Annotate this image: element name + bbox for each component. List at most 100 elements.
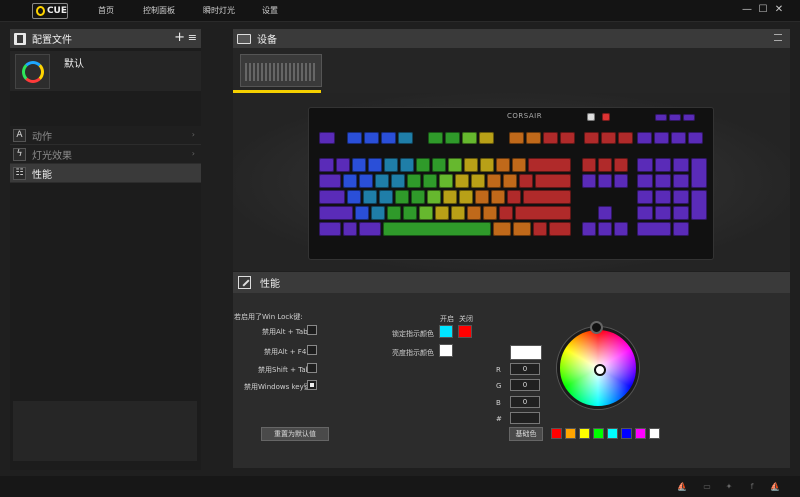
nav-home[interactable]: 首页 (98, 5, 114, 16)
lock-on-color-swatch[interactable] (439, 325, 453, 338)
cue-logo[interactable]: CUE (32, 3, 68, 19)
basic-color-swatch[interactable] (593, 428, 604, 439)
keyboard-key[interactable] (352, 158, 366, 172)
keyboard-key[interactable] (347, 132, 362, 144)
keyboard-key[interactable] (535, 174, 571, 188)
keyboard-key[interactable] (368, 158, 382, 172)
keyboard-key[interactable] (582, 222, 596, 236)
keyboard-key[interactable] (455, 174, 469, 188)
reset-defaults-button[interactable]: 重置为默认值 (261, 427, 329, 441)
keyboard-key[interactable] (487, 174, 501, 188)
basic-color-swatch[interactable] (551, 428, 562, 439)
nav-settings[interactable]: 设置 (262, 5, 278, 16)
disable-alt-tab-checkbox[interactable] (307, 325, 317, 335)
keyboard-key[interactable] (509, 132, 524, 144)
corsair-logo-icon[interactable]: ⛵ (770, 482, 780, 491)
keyboard-key[interactable] (655, 174, 671, 188)
keyboard-key[interactable] (435, 206, 449, 220)
keyboard-key[interactable] (499, 206, 513, 220)
keyboard-key[interactable] (467, 206, 481, 220)
keyboard-key[interactable] (464, 158, 478, 172)
keyboard-key[interactable] (598, 174, 612, 188)
keyboard-key[interactable] (528, 158, 571, 172)
keyboard-key[interactable] (459, 190, 473, 204)
keyboard-key[interactable] (480, 158, 494, 172)
section-lighting[interactable]: ϟ 灯光效果 › (10, 145, 201, 164)
keyboard-key[interactable] (691, 190, 707, 220)
keyboard-key[interactable] (387, 206, 401, 220)
keyboard-key[interactable] (363, 190, 377, 204)
keyboard-key[interactable] (637, 206, 653, 220)
keyboard-key[interactable] (671, 132, 686, 144)
close-button[interactable]: ✕ (773, 4, 785, 15)
keyboard-key[interactable] (319, 190, 345, 204)
keyboard-key[interactable] (416, 158, 430, 172)
disable-shift-tab-checkbox[interactable] (307, 363, 317, 373)
keyboard-key[interactable] (336, 158, 350, 172)
keyboard-key[interactable] (598, 222, 612, 236)
keyboard-key[interactable] (398, 132, 413, 144)
keyboard-key[interactable] (515, 206, 571, 220)
keyboard-key[interactable] (614, 222, 628, 236)
color-wheel[interactable] (557, 327, 639, 409)
color-wheel-handle[interactable] (594, 364, 606, 376)
hex-input[interactable] (510, 412, 540, 424)
keyboard-key[interactable] (673, 206, 689, 220)
add-profile-button[interactable]: + (174, 30, 185, 45)
keyboard-key[interactable] (432, 158, 446, 172)
keyboard-key[interactable] (483, 206, 497, 220)
menu-icon[interactable] (774, 34, 782, 41)
keyboard-key[interactable] (384, 158, 398, 172)
keyboard-key[interactable] (395, 190, 409, 204)
keyboard-key[interactable] (691, 158, 707, 188)
keyboard-key[interactable] (381, 132, 396, 144)
keyboard-key[interactable] (582, 158, 596, 172)
keyboard-key[interactable] (375, 174, 389, 188)
keyboard-key[interactable] (526, 132, 541, 144)
basic-color-swatch[interactable] (565, 428, 576, 439)
keyboard-key[interactable] (496, 158, 510, 172)
keyboard-key[interactable] (601, 132, 616, 144)
keyboard-key[interactable] (439, 174, 453, 188)
keyboard-key[interactable] (343, 222, 357, 236)
keyboard-key[interactable] (655, 190, 671, 204)
b-input[interactable]: 0 (510, 396, 540, 408)
keyboard-key[interactable] (584, 132, 599, 144)
keyboard-key[interactable] (598, 206, 612, 220)
corsair-sails-icon[interactable]: ⛵ (677, 482, 687, 491)
keyboard-key[interactable] (688, 132, 703, 144)
keyboard-key[interactable] (602, 113, 610, 121)
keyboard-key[interactable] (637, 190, 653, 204)
keyboard-key[interactable] (503, 174, 517, 188)
keyboard-key[interactable] (673, 174, 689, 188)
keyboard-key[interactable] (637, 132, 652, 144)
keyboard-key[interactable] (319, 158, 334, 172)
keyboard-key[interactable] (519, 174, 533, 188)
keyboard-key[interactable] (407, 174, 421, 188)
nav-instant-lighting[interactable]: 瞬时灯光 (203, 5, 235, 16)
lock-off-color-swatch[interactable] (458, 325, 472, 338)
brightness-color-swatch[interactable] (439, 344, 453, 357)
keyboard-key[interactable] (371, 206, 385, 220)
keyboard-key[interactable] (507, 190, 521, 204)
keyboard-key[interactable] (347, 190, 361, 204)
keyboard-key[interactable] (475, 190, 489, 204)
keyboard-key[interactable] (391, 174, 405, 188)
keyboard-key[interactable] (654, 132, 669, 144)
keyboard-key[interactable] (343, 174, 357, 188)
profile-item-default[interactable]: 默认 (10, 51, 201, 91)
keyboard-key[interactable] (560, 132, 575, 144)
g-input[interactable]: 0 (510, 379, 540, 391)
nav-dashboard[interactable]: 控制面板 (143, 5, 175, 16)
basic-color-swatch[interactable] (607, 428, 618, 439)
keyboard-key[interactable] (637, 174, 653, 188)
facebook-icon[interactable]: f (747, 482, 757, 491)
keyboard-key[interactable] (614, 158, 628, 172)
disable-alt-f4-checkbox[interactable] (307, 345, 317, 355)
keyboard-key[interactable] (445, 132, 460, 144)
profile-menu-button[interactable]: ≡ (188, 31, 197, 44)
disable-windows-key-checkbox[interactable] (307, 380, 317, 390)
keyboard-key[interactable] (655, 206, 671, 220)
keyboard-key[interactable] (359, 174, 373, 188)
keyboard-key[interactable] (379, 190, 393, 204)
